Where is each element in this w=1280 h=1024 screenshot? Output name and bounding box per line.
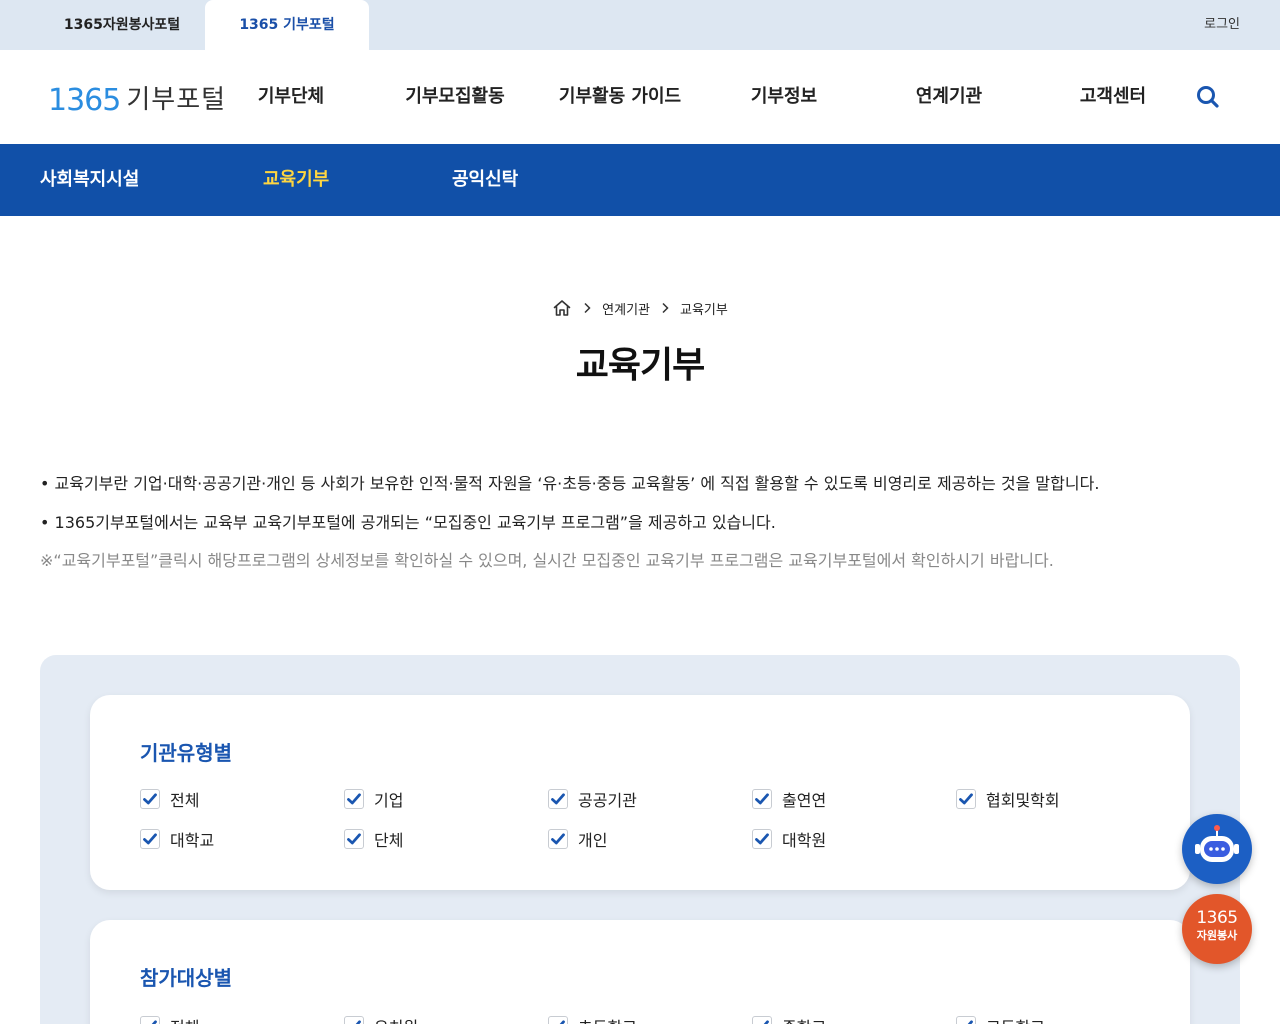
filter-checkbox[interactable]: 유치원	[344, 1015, 418, 1024]
checkbox-label: 개인	[578, 831, 608, 850]
site-tab-bar: 1365자원봉사포털 1365 기부포털 로그인	[0, 0, 1280, 50]
gnb-item-recruitment[interactable]: 기부모집활동	[380, 50, 530, 144]
chevron-right-icon	[582, 297, 592, 319]
checkbox-checked-icon[interactable]	[548, 1016, 568, 1024]
subnav-item-trust[interactable]: 공익신탁	[452, 144, 518, 216]
checkbox-checked-icon[interactable]	[140, 1016, 160, 1024]
chevron-right-icon	[660, 297, 670, 319]
checkbox-checked-icon[interactable]	[956, 1016, 976, 1024]
gnb-item-customer-center[interactable]: 고객센터	[1038, 50, 1188, 144]
chatbot-button[interactable]	[1182, 814, 1252, 884]
tab-volunteer-portal[interactable]: 1365자원봉사포털	[40, 0, 204, 50]
checkbox-checked-icon[interactable]	[956, 789, 976, 809]
checkbox-checked-icon[interactable]	[344, 1016, 364, 1024]
robot-icon	[1195, 825, 1239, 862]
site-logo[interactable]: 1365 기부포털	[48, 78, 226, 118]
filter-checkbox[interactable]: 협회및학회	[956, 788, 1060, 810]
fab-label: 자원봉사	[1196, 929, 1238, 942]
filter-checkbox[interactable]: 단체	[344, 828, 403, 850]
logo-text: 기부포털	[126, 85, 227, 115]
checkbox-label: 유치원	[374, 1014, 418, 1024]
checkbox-label: 고등학교	[986, 1014, 1045, 1024]
checkbox-checked-icon[interactable]	[752, 1016, 772, 1024]
checkbox-label: 중학교	[782, 1014, 826, 1024]
filter-checkbox[interactable]: 공공기관	[548, 788, 637, 810]
filter-checkbox[interactable]: 대학원	[752, 828, 826, 850]
checkbox-label: 공공기관	[578, 791, 637, 810]
checkbox-checked-icon[interactable]	[344, 829, 364, 849]
sub-navigation: 사회복지시설 교육기부 공익신탁	[0, 144, 1280, 216]
gnb-item-guide[interactable]: 기부활동 가이드	[545, 50, 695, 144]
description-note: ※“교육기부포털”클릭시 해당프로그램의 상세정보를 확인하실 수 있으며, 실…	[40, 551, 1054, 570]
header: 1365 기부포털 기부단체 기부모집활동 기부활동 가이드 기부정보 연계기관…	[0, 50, 1280, 144]
gnb-item-donation-orgs[interactable]: 기부단체	[216, 50, 366, 144]
breadcrumb-current: 교육기부	[680, 302, 728, 318]
checkbox-checked-icon[interactable]	[752, 829, 772, 849]
checkbox-label: 초등학교	[578, 1014, 637, 1024]
checkbox-label: 대학교	[170, 831, 215, 850]
filter-checkbox[interactable]: 대학교	[140, 828, 214, 850]
description-line: • 1365기부포털에서는 교육부 교육기부포털에 공개되는 “모집중인 교육기…	[40, 513, 776, 532]
filter-checkbox[interactable]: 전체	[140, 1015, 199, 1024]
gnb-item-linked-orgs[interactable]: 연계기관	[874, 50, 1024, 144]
checkbox-checked-icon[interactable]	[548, 829, 568, 849]
tab-donation-portal[interactable]: 1365 기부포털	[205, 0, 369, 50]
checkbox-label: 출연연	[782, 791, 827, 810]
filter-card-org-type: 기관유형별 전체 기업 공공기관 출연연 협회및학회대학교 단체 개인 대학원	[90, 695, 1190, 890]
breadcrumb: 연계기관 교육기부	[0, 297, 1280, 319]
volunteer-portal-button[interactable]: 1365 자원봉사	[1182, 894, 1252, 964]
description-line: • 교육기부란 기업·대학·공공기관·개인 등 사회가 보유한 인적·물적 자원…	[40, 474, 1100, 493]
page-title: 교육기부	[575, 345, 705, 386]
filter-title: 기관유형별	[140, 741, 232, 765]
home-icon[interactable]	[552, 298, 572, 318]
checkbox-label: 기업	[374, 791, 404, 810]
breadcrumb-item[interactable]: 연계기관	[602, 299, 650, 318]
filter-title: 참가대상별	[140, 966, 232, 990]
checkbox-checked-icon[interactable]	[548, 789, 568, 809]
checkbox-label: 협회및학회	[986, 791, 1060, 810]
subnav-item-education[interactable]: 교육기부	[263, 144, 329, 216]
checkbox-checked-icon[interactable]	[344, 789, 364, 809]
filter-checkbox[interactable]: 중학교	[752, 1015, 826, 1024]
checkbox-label: 전체	[170, 791, 200, 810]
filter-checkbox[interactable]: 출연연	[752, 788, 826, 810]
fab-number: 1365	[1196, 908, 1238, 928]
checkbox-checked-icon[interactable]	[140, 829, 160, 849]
logo-number: 1365	[48, 83, 121, 118]
checkbox-checked-icon[interactable]	[752, 789, 772, 809]
checkbox-label: 단체	[374, 831, 404, 850]
filter-checkbox[interactable]: 개인	[548, 828, 607, 850]
filter-checkbox[interactable]: 전체	[140, 788, 199, 810]
login-link[interactable]: 로그인	[1204, 0, 1240, 50]
gnb-item-info[interactable]: 기부정보	[709, 50, 859, 144]
checkbox-label: 전체	[170, 1014, 199, 1024]
filter-checkbox[interactable]: 초등학교	[548, 1015, 637, 1024]
checkbox-label: 대학원	[782, 831, 827, 850]
filter-checkbox[interactable]: 기업	[344, 788, 403, 810]
filter-checkbox[interactable]: 고등학교	[956, 1015, 1045, 1024]
search-icon[interactable]	[1194, 83, 1222, 111]
checkbox-checked-icon[interactable]	[140, 789, 160, 809]
subnav-item-welfare[interactable]: 사회복지시설	[40, 144, 139, 216]
filter-card-target: 참가대상별 전체 유치원 초등학교 중학교 고등학교	[90, 920, 1190, 1024]
